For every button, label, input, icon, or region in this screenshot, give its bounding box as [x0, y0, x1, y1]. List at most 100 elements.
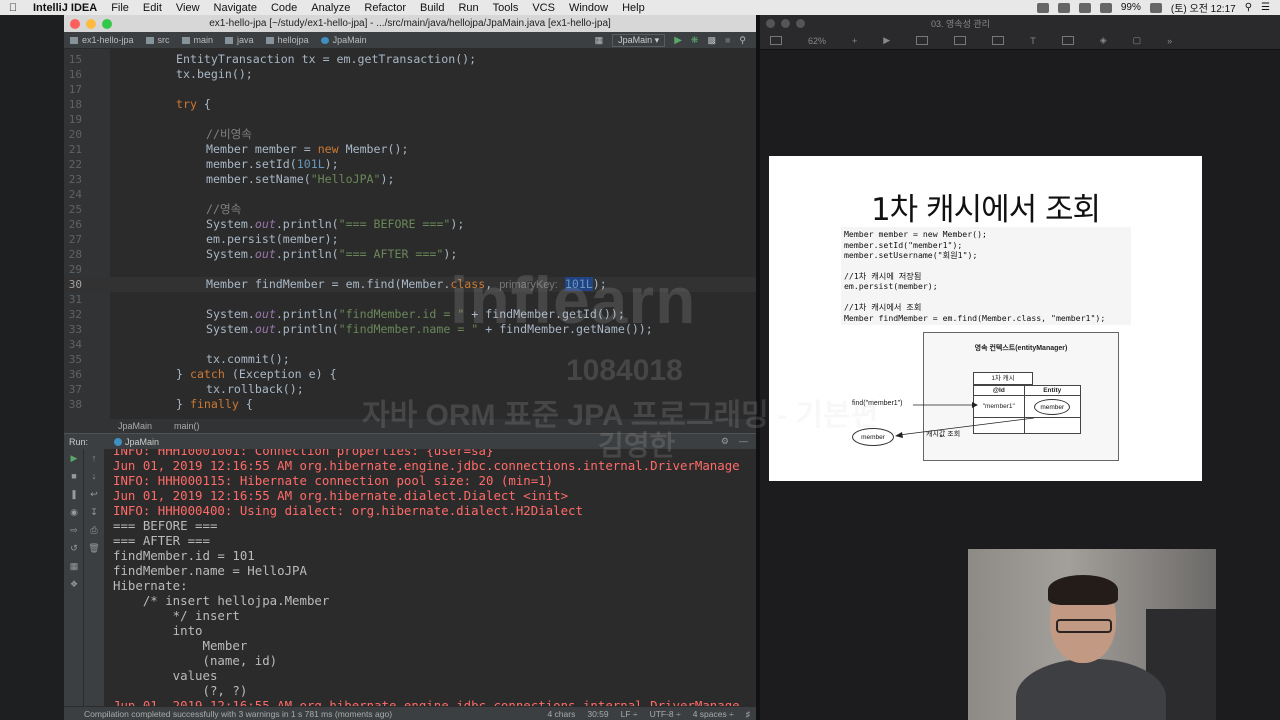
- menu-list-icon[interactable]: ☰: [1261, 2, 1270, 13]
- code-line[interactable]: 17: [64, 82, 756, 97]
- table-icon[interactable]: [954, 36, 967, 45]
- screen-icon[interactable]: [1036, 2, 1049, 13]
- search-icon[interactable]: ⚲: [1245, 2, 1252, 13]
- view-icon[interactable]: [770, 36, 782, 45]
- console-output[interactable]: INFO: HHH10001001: Connection properties…: [104, 449, 756, 706]
- crumb-src[interactable]: src: [140, 35, 176, 45]
- code-line[interactable]: 25 //영속: [64, 202, 756, 217]
- menu-analyze[interactable]: Analyze: [304, 2, 357, 14]
- wifi-icon[interactable]: [1099, 2, 1112, 13]
- code-line[interactable]: 23 member.setName("HelloJPA");: [64, 172, 756, 187]
- menu-help[interactable]: Help: [615, 2, 652, 14]
- file-encoding[interactable]: UTF-8 ÷: [650, 709, 681, 719]
- line-separator[interactable]: LF ÷: [621, 709, 638, 719]
- close-window-button[interactable]: [766, 19, 775, 28]
- code-text: try {: [176, 97, 211, 111]
- crumb-class[interactable]: JpaMain: [315, 35, 373, 45]
- camera-icon[interactable]: ◉: [64, 503, 84, 521]
- cloud-icon[interactable]: [1078, 2, 1091, 13]
- menu-build[interactable]: Build: [413, 2, 451, 14]
- code-line[interactable]: 26 System.out.println("=== BEFORE ===");: [64, 217, 756, 232]
- menu-view[interactable]: View: [169, 2, 207, 14]
- debug-icon[interactable]: ❋: [691, 35, 699, 46]
- editor-crumb-method[interactable]: main(): [174, 421, 200, 431]
- code-line[interactable]: 18 try {: [64, 97, 756, 112]
- code-line[interactable]: 28 System.out.println("=== AFTER ===");: [64, 247, 756, 262]
- code-line[interactable]: 15 EntityTransaction tx = em.getTransacti…: [64, 52, 756, 67]
- text-icon[interactable]: T: [1030, 36, 1036, 46]
- gear-icon[interactable]: ⚙: [721, 436, 729, 447]
- restore-icon[interactable]: ↺: [64, 539, 84, 557]
- code-line[interactable]: 27 em.persist(member);: [64, 232, 756, 247]
- code-line[interactable]: 21 Member member = new Member();: [64, 142, 756, 157]
- menu-vcs[interactable]: VCS: [525, 2, 562, 14]
- menu-file[interactable]: File: [104, 2, 136, 14]
- crumb-package[interactable]: hellojpa: [260, 35, 315, 45]
- run-tab[interactable]: JpaMain: [114, 437, 159, 447]
- menu-navigate[interactable]: Navigate: [207, 2, 264, 14]
- menu-run[interactable]: Run: [451, 2, 485, 14]
- rerun-icon[interactable]: ▶: [64, 449, 84, 467]
- scroll-end-icon[interactable]: ↧: [84, 503, 104, 521]
- editor-crumb-class[interactable]: JpaMain: [118, 421, 152, 431]
- trash-icon[interactable]: 🗑: [84, 539, 104, 557]
- lock-icon[interactable]: ♯: [746, 709, 750, 719]
- crumb-java[interactable]: java: [219, 35, 260, 45]
- down-icon[interactable]: ↓: [84, 467, 104, 485]
- comment-icon[interactable]: ▢: [1133, 35, 1142, 46]
- menu-code[interactable]: Code: [264, 2, 304, 14]
- chart-icon[interactable]: [992, 36, 1005, 45]
- line-number: 28: [68, 248, 82, 261]
- code-line[interactable]: 24: [64, 187, 756, 202]
- zoom-select[interactable]: 62%: [808, 36, 826, 46]
- run-button[interactable]: ▶: [674, 35, 682, 46]
- code-line[interactable]: 19: [64, 112, 756, 127]
- zoom-window-button[interactable]: [796, 19, 805, 28]
- minimize-window-button[interactable]: [781, 19, 790, 28]
- print-icon[interactable]: ⎙: [84, 521, 104, 539]
- battery-icon[interactable]: [1149, 2, 1162, 13]
- code-line[interactable]: 34: [64, 337, 756, 352]
- crumb-project[interactable]: ex1-hello-jpa: [64, 35, 140, 45]
- layout-icon[interactable]: ▦: [64, 557, 84, 575]
- shape-icon[interactable]: [1061, 36, 1074, 45]
- stop-run-icon[interactable]: ■: [64, 467, 84, 485]
- clock[interactable]: (토) 오전 12:17: [1171, 0, 1236, 15]
- caret-position[interactable]: 30:59: [587, 709, 608, 719]
- coverage-icon[interactable]: ▩: [707, 35, 716, 46]
- line-number: 16: [68, 68, 82, 81]
- code-text: member.setId(101L);: [206, 157, 339, 171]
- code-text: //비영속: [206, 127, 252, 141]
- keynote-live-icon[interactable]: [916, 36, 929, 45]
- menu-window[interactable]: Window: [562, 2, 615, 14]
- search-everywhere-icon[interactable]: ⚲: [739, 35, 746, 46]
- pin-icon[interactable]: ❖: [64, 575, 84, 593]
- build-icon[interactable]: ▦: [595, 35, 604, 46]
- status-message[interactable]: Compilation completed successfully with …: [64, 709, 392, 719]
- sync-icon[interactable]: [1057, 2, 1070, 13]
- line-number: 27: [68, 233, 82, 246]
- wrap-icon[interactable]: ↩: [84, 485, 104, 503]
- menu-refactor[interactable]: Refactor: [357, 2, 413, 14]
- crumb-main[interactable]: main: [176, 35, 220, 45]
- stop-icon[interactable]: ■: [725, 35, 730, 45]
- run-config-select[interactable]: JpaMain ▾: [612, 33, 666, 47]
- run-label: Run:: [69, 436, 89, 447]
- code-line[interactable]: 20 //비영속: [64, 127, 756, 142]
- apple-icon[interactable]: : [0, 2, 26, 14]
- up-icon[interactable]: ↑: [84, 449, 104, 467]
- login-icon[interactable]: ⇨: [64, 521, 84, 539]
- more-icon[interactable]: »: [1167, 36, 1172, 46]
- menu-tools[interactable]: Tools: [486, 2, 526, 14]
- add-slide-icon[interactable]: +: [852, 36, 857, 46]
- indent-setting[interactable]: 4 spaces ÷: [693, 709, 734, 719]
- hide-icon[interactable]: —: [739, 436, 748, 447]
- menu-app[interactable]: IntelliJ IDEA: [26, 2, 104, 14]
- code-line[interactable]: 16 tx.begin();: [64, 67, 756, 82]
- menu-edit[interactable]: Edit: [136, 2, 169, 14]
- code-line[interactable]: 22 member.setId(101L);: [64, 157, 756, 172]
- play-icon[interactable]: ▶: [883, 35, 890, 46]
- media-icon[interactable]: ◈: [1100, 35, 1107, 46]
- pause-icon[interactable]: ❚: [64, 485, 84, 503]
- console-line: INFO: HHH10001001: Connection properties…: [113, 449, 494, 458]
